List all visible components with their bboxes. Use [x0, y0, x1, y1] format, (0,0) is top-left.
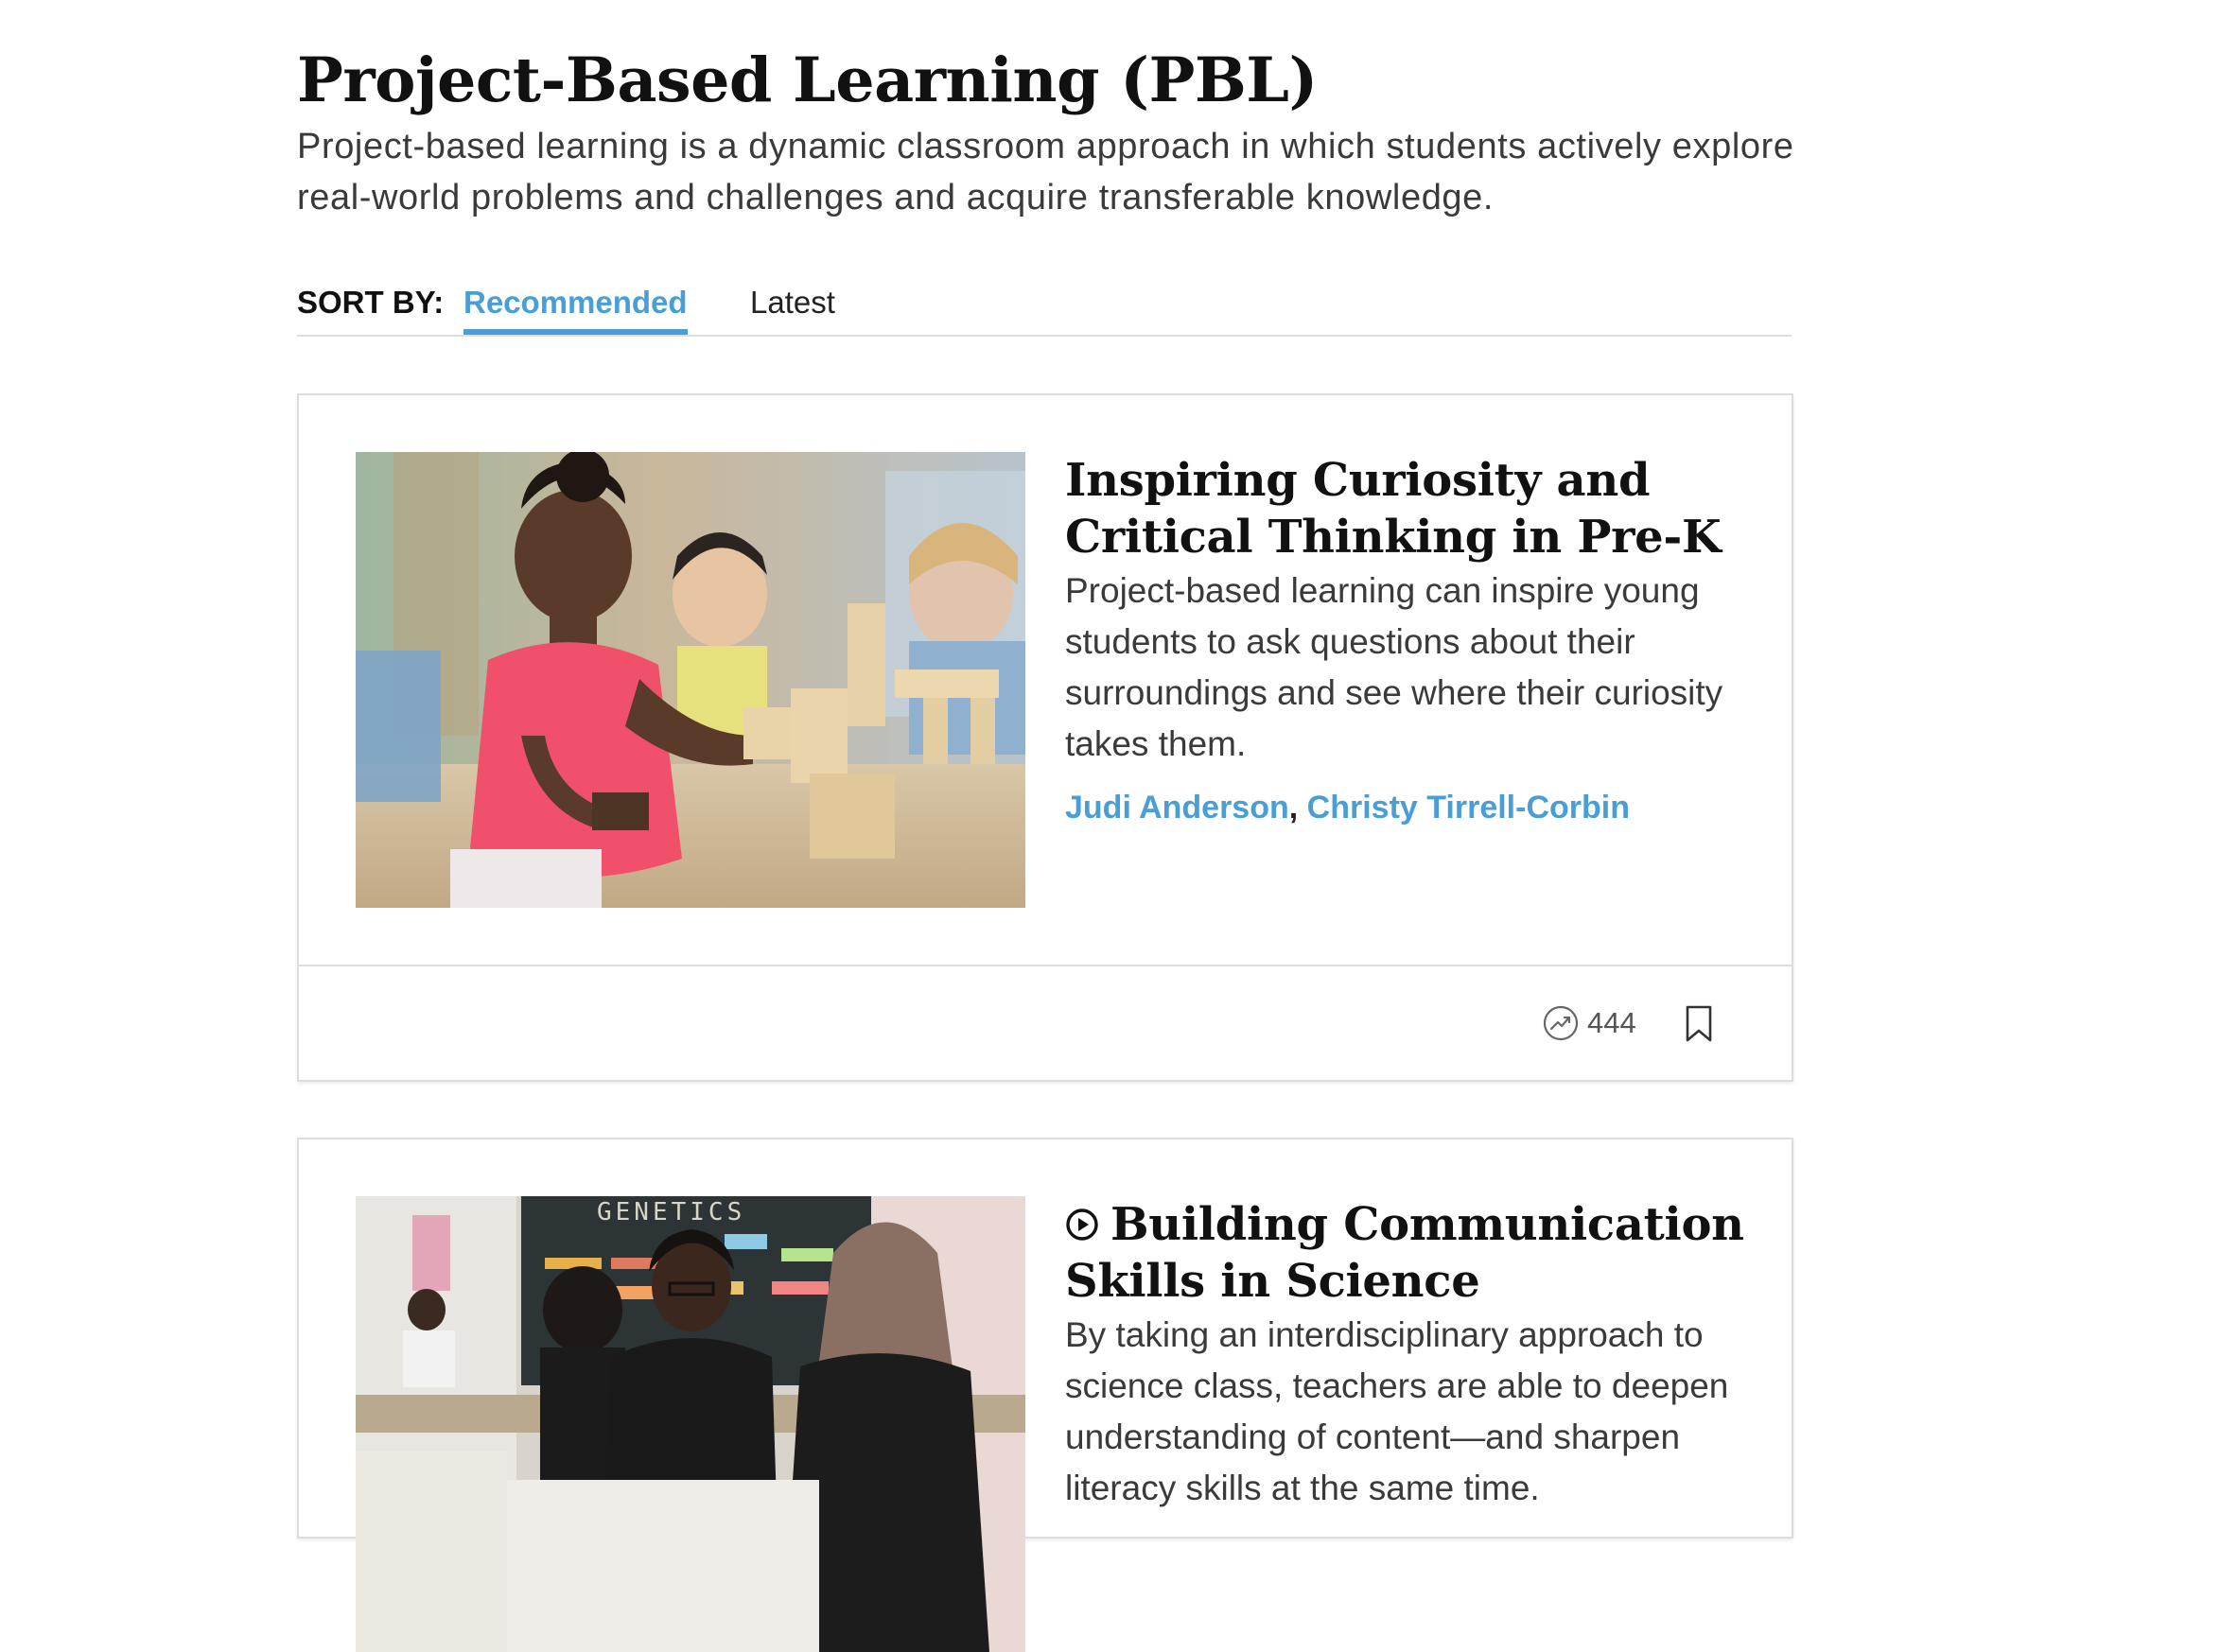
sort-tab-recommended[interactable]: Recommended [463, 284, 688, 335]
author-link-judi-anderson[interactable]: Judi Anderson [1065, 790, 1289, 826]
play-circle-icon [1066, 1209, 1098, 1241]
article-title[interactable]: Inspiring Curiosity and Critical Thinkin… [1065, 452, 1746, 565]
article-authors: Judi Anderson, Christy Tirrell-Corbin [1065, 787, 1630, 828]
article-image[interactable] [356, 452, 1025, 908]
trending-up-icon [1542, 1004, 1580, 1042]
science-classroom-photo: GENETICS [356, 1196, 1025, 1652]
article-card-footer: 444 [299, 965, 1792, 1080]
author-link-christy-tirrell-corbin[interactable]: Christy Tirrell-Corbin [1307, 790, 1630, 826]
sort-bar: SORT BY: Recommended Latest [297, 280, 1792, 337]
author-separator: , [1288, 790, 1299, 826]
article-card[interactable]: GENETICS Building Communication Skills i… [297, 1138, 1793, 1652]
page-description: Project-based learning is a dynamic clas… [297, 127, 1794, 217]
article-image[interactable]: GENETICS [356, 1196, 1025, 1652]
svg-text:GENETICS: GENETICS [597, 1198, 745, 1226]
sort-label: SORT BY: [297, 285, 445, 320]
bookmark-icon [1686, 1005, 1712, 1042]
bookmark-button[interactable] [1684, 1004, 1714, 1044]
preschool-classroom-photo [356, 452, 1025, 908]
article-title[interactable]: Building Communication Skills in Science [1065, 1196, 1746, 1310]
trending-indicator[interactable]: 444 [1542, 1004, 1636, 1042]
article-card[interactable]: Inspiring Curiosity and Critical Thinkin… [297, 393, 1793, 1082]
article-summary: Project-based learning can inspire young… [1065, 571, 1723, 763]
page-title: Project-Based Learning (PBL) [297, 44, 1318, 116]
sort-tab-latest[interactable]: Latest [750, 284, 835, 322]
article-summary: By taking an interdisciplinary approach … [1065, 1315, 1729, 1507]
trending-count: 444 [1587, 1006, 1636, 1039]
article-title-text: Building Communication Skills in Science [1065, 1198, 1744, 1308]
